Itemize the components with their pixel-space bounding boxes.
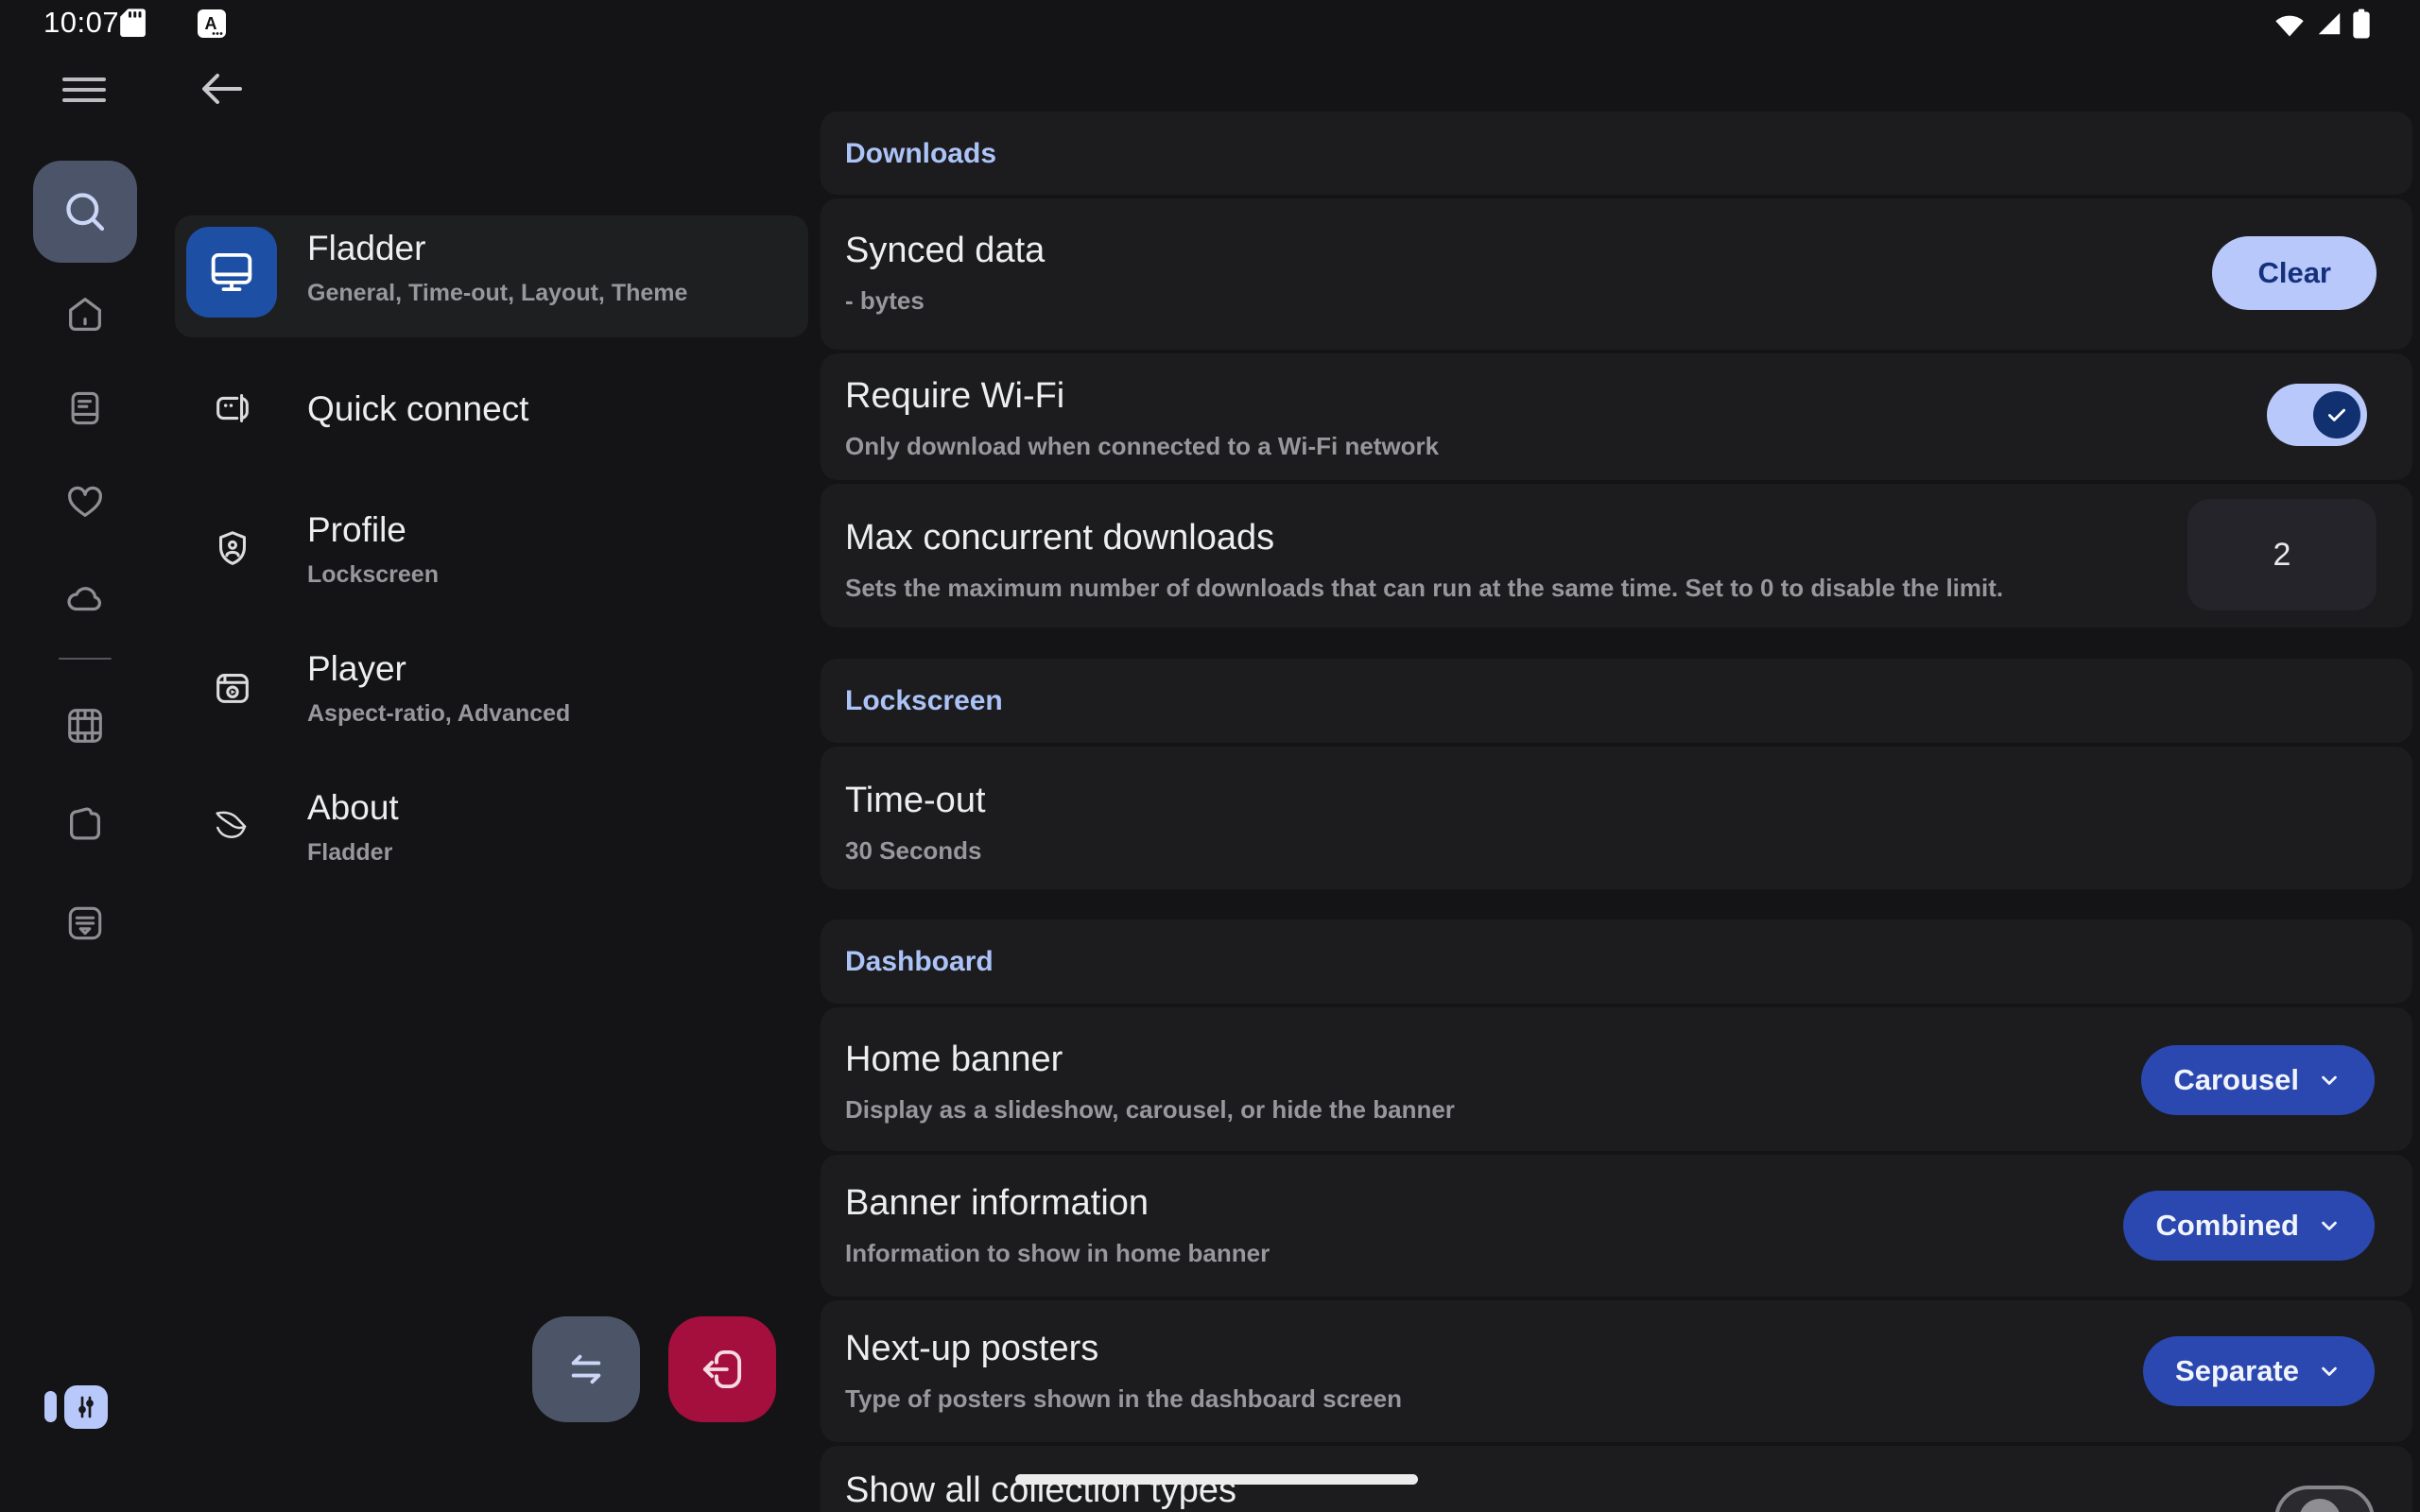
section-header-lockscreen: Lockscreen	[821, 659, 2412, 743]
banner-information-dropdown[interactable]: Combined	[2123, 1191, 2375, 1261]
row-subtitle: Information to show in home banner	[845, 1239, 1270, 1268]
menu-item-player[interactable]: Player Aspect-ratio, Advanced	[175, 647, 808, 730]
row-max-concurrent-downloads[interactable]: Max concurrent downloads Sets the maximu…	[821, 484, 2412, 627]
monitor-tile	[186, 227, 277, 318]
rail-search-active[interactable]	[33, 161, 137, 263]
row-subtitle: Type of posters shown in the dashboard s…	[845, 1384, 1402, 1414]
row-title: Require Wi-Fi	[845, 376, 1439, 417]
rail-media[interactable]	[63, 387, 107, 430]
row-subtitle: Display as a slideshow, carousel, or hid…	[845, 1095, 1455, 1125]
fladder-settings-screen: 10:07 A	[0, 0, 2420, 1512]
sliders-icon	[71, 1392, 101, 1422]
status-bar: 10:07 A	[0, 0, 2420, 45]
clock: 10:07	[43, 6, 119, 40]
back-button[interactable]	[199, 66, 244, 112]
chevron-down-icon	[2316, 1358, 2342, 1384]
row-next-up-posters[interactable]: Next-up posters Type of posters shown in…	[821, 1300, 2412, 1442]
require-wifi-toggle[interactable]	[2267, 384, 2367, 446]
section-title: Lockscreen	[845, 685, 1003, 717]
row-home-banner[interactable]: Home banner Display as a slideshow, caro…	[821, 1007, 2412, 1151]
menu-item-subtitle: Aspect-ratio, Advanced	[307, 700, 570, 728]
row-subtitle: Sets the maximum number of downloads tha…	[845, 574, 2003, 603]
book-icon	[64, 387, 106, 429]
library-icon	[63, 902, 107, 945]
row-title: Banner information	[845, 1183, 1270, 1224]
clear-button[interactable]: Clear	[2212, 236, 2377, 310]
section-header-downloads: Downloads	[821, 112, 2412, 195]
monitor-icon	[204, 245, 259, 300]
row-title: Max concurrent downloads	[845, 518, 2003, 558]
max-downloads-value-field[interactable]: 2	[2187, 499, 2377, 610]
row-subtitle: 30 Seconds	[845, 836, 986, 866]
rail-divider	[59, 658, 112, 660]
row-synced-data[interactable]: Synced data - bytes Clear	[821, 198, 2412, 350]
row-title: Next-up posters	[845, 1329, 1402, 1369]
section-title: Downloads	[845, 138, 996, 170]
wifi-icon	[2273, 9, 2307, 38]
menu-item-fladder[interactable]: Fladder General, Time-out, Layout, Theme	[175, 215, 808, 337]
rail-folders[interactable]	[63, 801, 107, 845]
section-header-dashboard: Dashboard	[821, 919, 2412, 1004]
menu-item-subtitle: General, Time-out, Layout, Theme	[307, 280, 687, 307]
film-icon	[63, 704, 107, 747]
gesture-navigation-bar[interactable]	[1015, 1474, 1418, 1485]
logout-fab[interactable]	[668, 1316, 776, 1422]
battery-icon	[2352, 9, 2371, 39]
row-title: Home banner	[845, 1040, 1455, 1080]
chevron-down-icon	[2316, 1212, 2342, 1239]
menu-item-title: Fladder	[307, 229, 687, 268]
sd-card-icon	[119, 8, 147, 40]
quick-connect-icon	[211, 387, 254, 430]
row-banner-information[interactable]: Banner information Information to show i…	[821, 1155, 2412, 1297]
row-subtitle: Only download when connected to a Wi-Fi …	[845, 432, 1439, 461]
shield-person-icon	[211, 527, 254, 571]
rail-favorites[interactable]	[63, 479, 107, 523]
rail-sync[interactable]	[63, 576, 107, 619]
row-require-wifi[interactable]: Require Wi-Fi Only download when connect…	[821, 353, 2412, 480]
home-banner-dropdown[interactable]: Carousel	[2141, 1045, 2375, 1115]
dropdown-value: Combined	[2155, 1209, 2299, 1243]
logout-icon	[695, 1342, 750, 1397]
section-title: Dashboard	[845, 946, 994, 978]
heart-icon	[63, 479, 107, 523]
app-letter-a-icon: A	[197, 9, 227, 39]
page-indicator-pill	[44, 1391, 57, 1422]
left-navigation-rail	[0, 45, 170, 1512]
menu-item-title: Player	[307, 649, 570, 689]
folder-icon	[63, 801, 107, 845]
menu-item-subtitle: Fladder	[307, 839, 399, 867]
row-subtitle: - bytes	[845, 286, 1045, 316]
player-icon	[211, 666, 254, 710]
menu-item-subtitle: Lockscreen	[307, 561, 439, 589]
home-icon	[63, 293, 107, 336]
toggle-thumb	[2299, 1499, 2341, 1512]
cell-signal-icon	[2315, 9, 2343, 38]
menu-item-quick-connect[interactable]: Quick connect	[175, 373, 808, 445]
row-title: Time-out	[845, 781, 986, 821]
svg-text:A: A	[205, 14, 217, 33]
show-all-collection-types-toggle[interactable]	[2274, 1486, 2375, 1512]
rail-home[interactable]	[63, 293, 107, 336]
menu-item-about[interactable]: About Fladder	[175, 786, 808, 869]
row-timeout[interactable]: Time-out 30 Seconds	[821, 747, 2412, 889]
next-up-posters-dropdown[interactable]: Separate	[2143, 1336, 2375, 1406]
menu-item-title: About	[307, 788, 399, 828]
toggle-thumb	[2313, 391, 2360, 438]
menu-item-profile[interactable]: Profile Lockscreen	[175, 508, 808, 592]
search-icon	[60, 186, 111, 237]
swap-arrows-icon	[559, 1342, 614, 1397]
check-icon	[2325, 403, 2349, 427]
row-title: Synced data	[845, 231, 1045, 271]
dropdown-value: Separate	[2175, 1354, 2299, 1388]
quick-settings-tile[interactable]	[64, 1385, 108, 1429]
rail-movies[interactable]	[63, 704, 107, 747]
dropdown-value: Carousel	[2173, 1063, 2299, 1097]
cloud-icon	[63, 575, 107, 620]
menu-item-title: Profile	[307, 510, 439, 550]
switch-server-fab[interactable]	[532, 1316, 640, 1422]
menu-item-title: Quick connect	[307, 389, 528, 429]
rail-collections[interactable]	[63, 902, 107, 945]
fladder-logo-icon	[211, 804, 254, 850]
chevron-down-icon	[2316, 1067, 2342, 1093]
